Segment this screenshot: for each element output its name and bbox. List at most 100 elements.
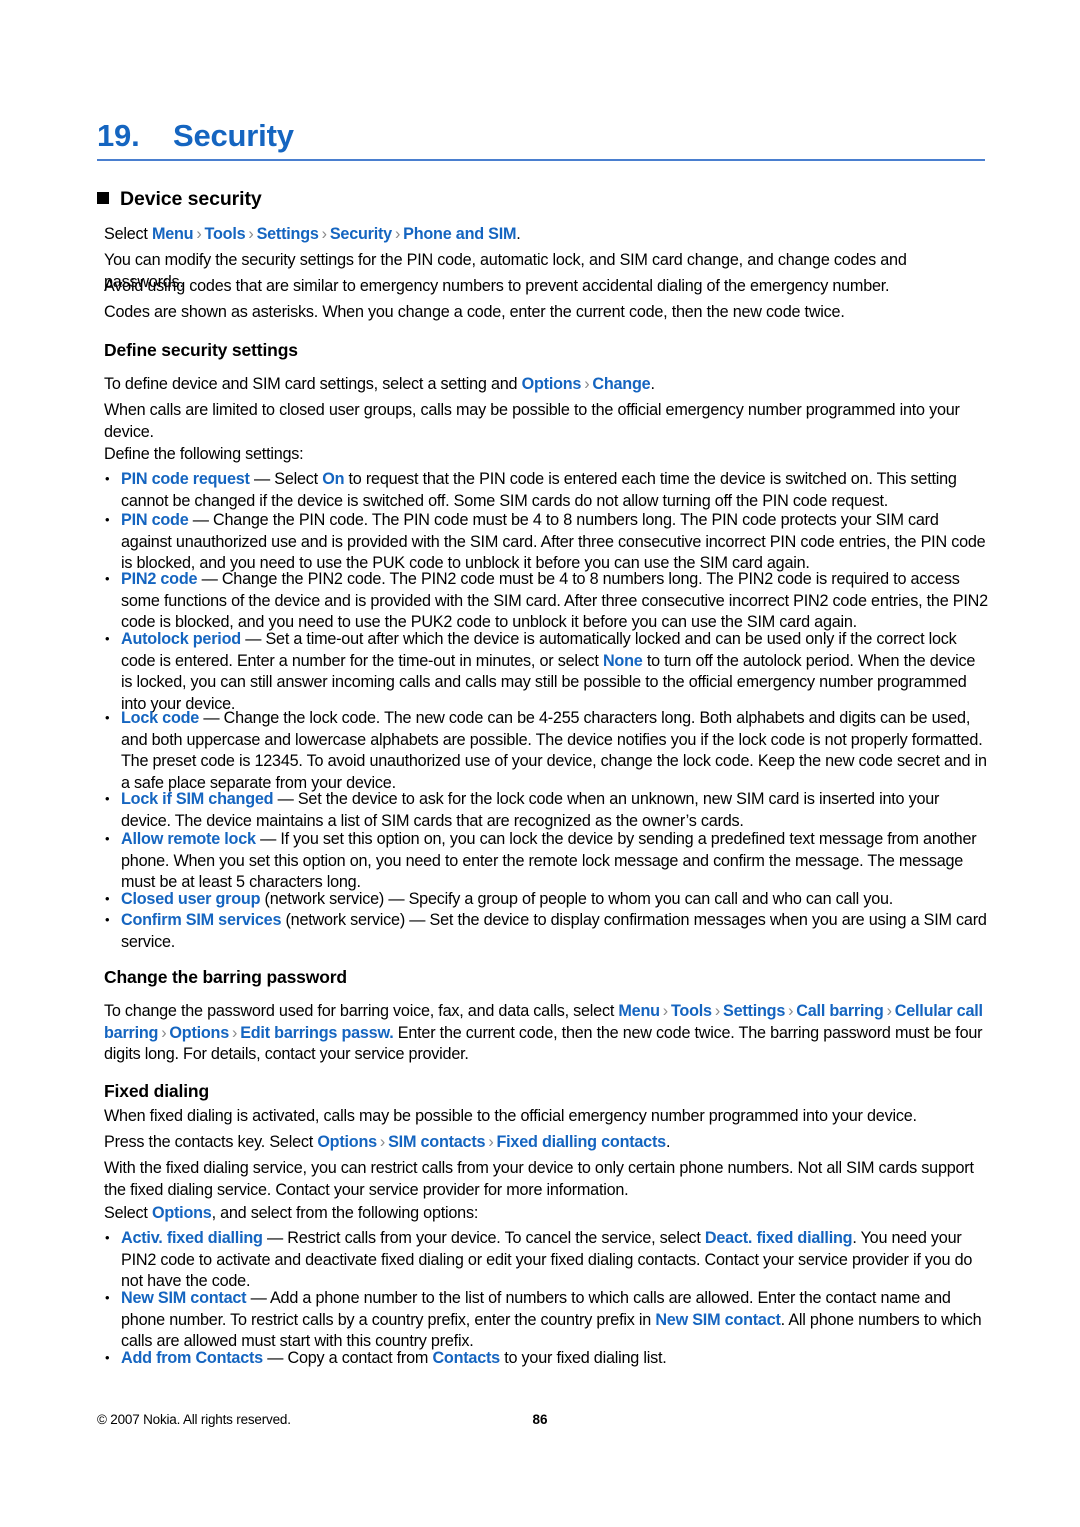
section-heading-device-security: Device security — [97, 188, 987, 211]
list-item: PIN code request — Select On to request … — [104, 468, 988, 512]
square-bullet-icon — [97, 192, 109, 204]
bullet-term[interactable]: Confirm SIM services — [121, 911, 281, 929]
bullet-dash: — — [188, 511, 214, 529]
breadcrumb-item-fixed-dialling-contacts[interactable]: Fixed dialling contacts — [496, 1133, 666, 1151]
breadcrumb-separator-icon: › — [788, 1002, 794, 1020]
bullet-dash: — — [197, 570, 222, 588]
bullet-dash: — — [262, 1349, 288, 1367]
breadcrumb-device-security: Select Menu › Tools › Settings › Security › Phon… — [104, 224, 988, 246]
paragraph: When calls are limited to closed user gr… — [104, 401, 960, 441]
bullet-text-pre: Change the PIN code. The PIN code must b… — [121, 511, 986, 572]
breadcrumb-item-security[interactable]: Security — [330, 225, 392, 243]
bullet-text-pre: Change the PIN2 code. The PIN2 code must… — [121, 570, 988, 631]
bullet-dash: (network service) — — [260, 890, 409, 908]
bullet-dash: — — [273, 790, 298, 808]
bullet-term[interactable]: New SIM contact — [121, 1289, 247, 1307]
breadcrumb-item-call-barring[interactable]: Call barring — [796, 1002, 884, 1020]
bullet-term[interactable]: PIN code request — [121, 470, 250, 488]
paragraph: With the fixed dialing service, you can … — [104, 1159, 974, 1199]
bullet-dash: — — [262, 1229, 288, 1247]
section-heading-label: Device security — [120, 188, 262, 210]
breadcrumb-separator-icon: › — [232, 1023, 238, 1042]
bullet-inline-ui[interactable]: New SIM contact — [655, 1311, 781, 1329]
bullet-term[interactable]: Activ. fixed dialling — [121, 1229, 263, 1247]
subheading-define-security-settings: Define security settings — [104, 340, 298, 360]
bullet-text-pre: Change the lock code. The new code can b… — [121, 709, 987, 792]
breadcrumb-separator-icon: › — [394, 225, 401, 243]
breadcrumb-separator-icon: › — [196, 225, 202, 243]
paragraph-text-end: , and select from the following options: — [211, 1204, 479, 1222]
bullet-term[interactable]: PIN2 code — [121, 570, 198, 588]
breadcrumb-item-menu[interactable]: Menu — [618, 1002, 660, 1020]
list-item: PIN2 code — Change the PIN2 code. The PI… — [104, 568, 988, 634]
breadcrumb-separator-icon: › — [488, 1133, 494, 1151]
bullet-dash: — — [255, 830, 281, 848]
bullet-term[interactable]: Closed user group — [121, 890, 261, 908]
breadcrumb-separator-icon: › — [714, 1002, 721, 1020]
breadcrumb-item-tools[interactable]: Tools — [205, 225, 246, 243]
list-item: Lock if SIM changed — Set the device to … — [104, 788, 988, 832]
paragraph-fixed-dialing-options: Select Options, and select from the foll… — [104, 1203, 988, 1225]
bullet-inline-ui[interactable]: None — [603, 652, 643, 670]
title-divider — [97, 159, 985, 161]
bullet-dash: — — [199, 709, 224, 727]
breadcrumb-item-menu[interactable]: Menu — [152, 225, 194, 243]
breadcrumb-item-phone-and-sim[interactable]: Phone and SIM — [403, 225, 516, 243]
subheading-fixed-dialing: Fixed dialing — [104, 1081, 210, 1101]
breadcrumb-separator-icon: › — [161, 1023, 167, 1042]
breadcrumb-item-tools[interactable]: Tools — [671, 1002, 712, 1020]
bullet-inline-ui[interactable]: Deact. fixed dialling — [705, 1229, 853, 1247]
paragraph-text: Select — [104, 1204, 152, 1222]
paragraph-barring-password: To change the password used for barring … — [104, 1001, 988, 1066]
list-item: Closed user group (network service) — Sp… — [104, 888, 988, 911]
bullet-text-pre: Copy a contact from — [287, 1349, 433, 1367]
bullet-term[interactable]: Lock code — [121, 709, 199, 727]
breadcrumb-item-settings[interactable]: Settings — [723, 1002, 785, 1020]
paragraph: When fixed dialing is activated, calls m… — [104, 1107, 917, 1125]
paragraph-define-intro: To define device and SIM card settings, … — [104, 374, 988, 396]
footer-page-number: 86 — [532, 1412, 548, 1427]
bullet-dash: — — [246, 1289, 270, 1307]
bullet-inline-ui[interactable]: On — [322, 470, 344, 488]
breadcrumb-separator-icon: › — [248, 225, 254, 243]
bullet-dash: — — [240, 630, 266, 648]
breadcrumb-separator-icon: › — [584, 375, 590, 393]
bullet-inline-ui[interactable]: Contacts — [432, 1349, 500, 1367]
paragraph: Avoid using codes that are similar to em… — [104, 277, 890, 295]
paragraph: Define the following settings: — [104, 445, 304, 463]
list-item: Autolock period — Set a time-out after w… — [104, 628, 988, 715]
subheading-change-barring-password: Change the barring password — [104, 967, 347, 987]
bullet-term[interactable]: Autolock period — [121, 630, 241, 648]
bullet-text-pre: Specify a group of people to whom you ca… — [408, 890, 894, 908]
document-page: 19. Security Device security Select Menu ›… — [0, 0, 1080, 1527]
ui-term-options[interactable]: Options — [522, 375, 582, 393]
paragraph-text-end: . — [650, 375, 655, 393]
bullet-term[interactable]: Allow remote lock — [121, 830, 256, 848]
bullet-term[interactable]: Lock if SIM changed — [121, 790, 274, 808]
list-item: Confirm SIM services (network service) —… — [104, 909, 988, 953]
bullet-term[interactable]: Add from Contacts — [121, 1349, 263, 1367]
breadcrumb-item-options[interactable]: Options — [317, 1133, 377, 1151]
breadcrumb-trailing: . — [516, 225, 521, 243]
paragraph: Codes are shown as asterisks. When you c… — [104, 303, 845, 321]
bullet-term[interactable]: PIN code — [121, 511, 189, 529]
chapter-title-text: Security — [173, 118, 294, 153]
breadcrumb-item-edit-barrings-passw[interactable]: Edit barrings passw. — [240, 1024, 394, 1042]
breadcrumb-separator-icon: › — [379, 1133, 386, 1151]
breadcrumb-lead: Select — [104, 225, 152, 243]
list-item: New SIM contact — Add a phone number to … — [104, 1287, 988, 1353]
bullet-text-pre: Select — [274, 470, 323, 488]
list-item: Lock code — Change the lock code. The ne… — [104, 707, 988, 794]
bullet-dash: — — [249, 470, 275, 488]
ui-term-options[interactable]: Options — [152, 1204, 212, 1222]
breadcrumb-separator-icon: › — [662, 1002, 668, 1020]
breadcrumb-item-sim-contacts[interactable]: SIM contacts — [388, 1133, 485, 1151]
ui-term-change[interactable]: Change — [592, 375, 650, 393]
page-title: 19. Security — [97, 118, 987, 154]
list-item: Activ. fixed dialling — Restrict calls f… — [104, 1227, 988, 1293]
breadcrumb-separator-icon: › — [886, 1002, 892, 1020]
breadcrumb-separator-icon: › — [321, 225, 327, 243]
list-item: PIN code — Change the PIN code. The PIN … — [104, 509, 988, 575]
breadcrumb-item-options[interactable]: Options — [169, 1024, 229, 1042]
breadcrumb-item-settings[interactable]: Settings — [257, 225, 319, 243]
